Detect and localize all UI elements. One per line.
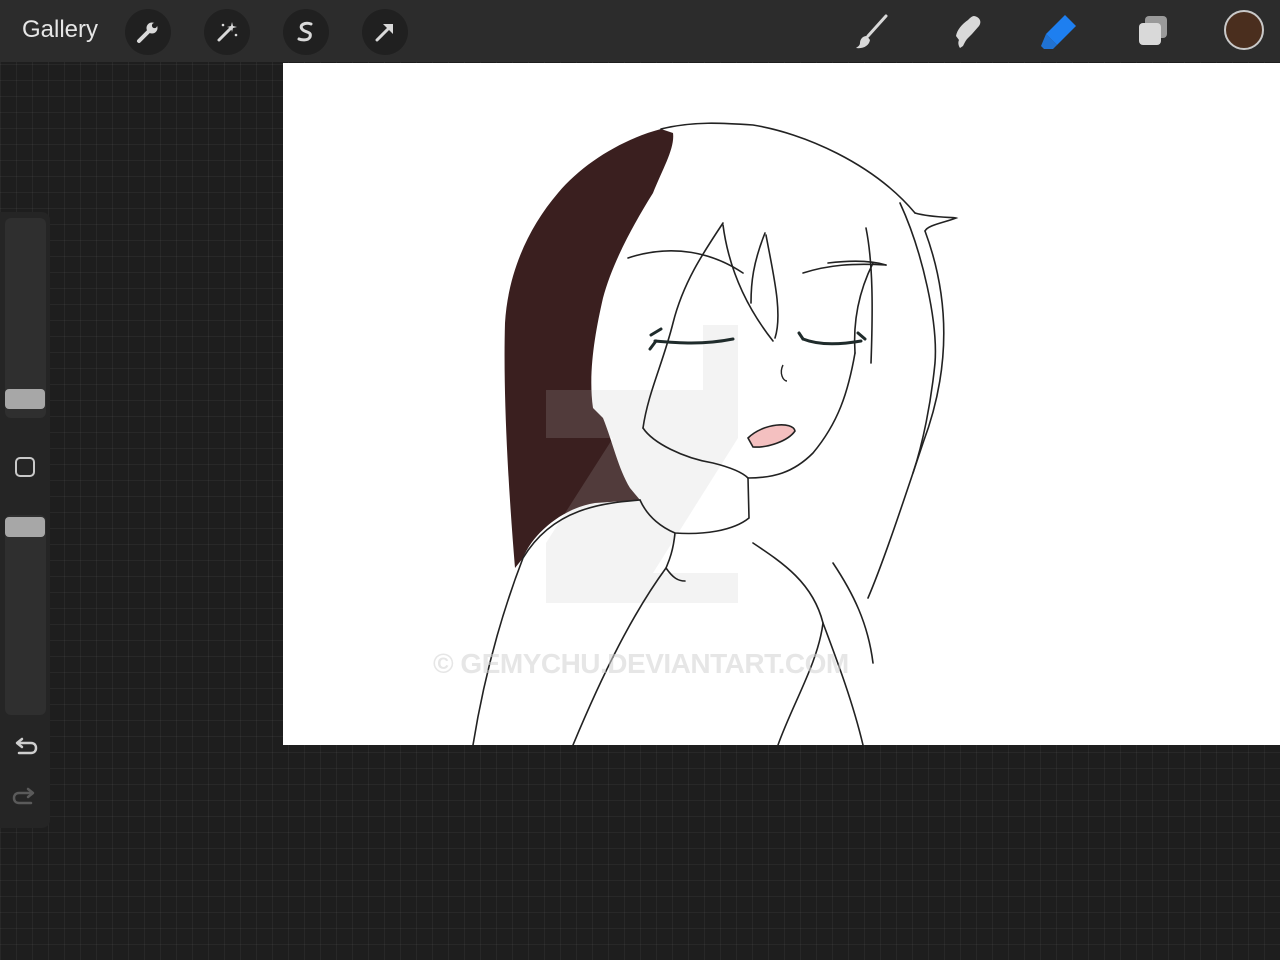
top-toolbar: Gallery	[0, 0, 1280, 62]
eraser-tool-button[interactable]	[1037, 10, 1081, 54]
eraser-icon	[1041, 15, 1076, 49]
color-picker-button[interactable]	[1224, 10, 1264, 50]
brush-icon	[856, 14, 888, 49]
transform-arrow-icon	[375, 24, 393, 42]
actions-button[interactable]	[125, 9, 171, 55]
selection-icon	[297, 21, 313, 42]
brush-tool-button[interactable]	[850, 10, 894, 54]
brush-size-slider[interactable]	[5, 218, 46, 418]
brush-opacity-slider[interactable]	[5, 515, 46, 715]
smudge-tool-button[interactable]	[944, 10, 988, 54]
gallery-button[interactable]: Gallery	[22, 16, 98, 44]
modify-button[interactable]	[15, 457, 35, 477]
redo-icon[interactable]	[11, 784, 39, 812]
open-mouth	[747, 424, 796, 448]
selection-button[interactable]	[283, 9, 329, 55]
layers-button[interactable]	[1131, 10, 1175, 54]
closed-eyes	[648, 327, 867, 351]
wrench-icon	[137, 22, 158, 43]
left-sidebar	[0, 212, 50, 828]
drawing-canvas[interactable]: © GEMYCHU.DEVIANTART.COM	[283, 63, 1280, 745]
undo-icon[interactable]	[11, 734, 39, 762]
watermark-text: © GEMYCHU.DEVIANTART.COM	[433, 648, 849, 679]
brush-size-slider-knob[interactable]	[5, 389, 45, 409]
adjustments-button[interactable]	[204, 9, 250, 55]
brush-opacity-slider-knob[interactable]	[5, 517, 45, 537]
magic-wand-icon	[217, 22, 238, 42]
transform-button[interactable]	[362, 9, 408, 55]
character-artwork	[472, 122, 959, 745]
layers-icon	[1139, 16, 1167, 45]
smudge-icon	[956, 16, 981, 48]
